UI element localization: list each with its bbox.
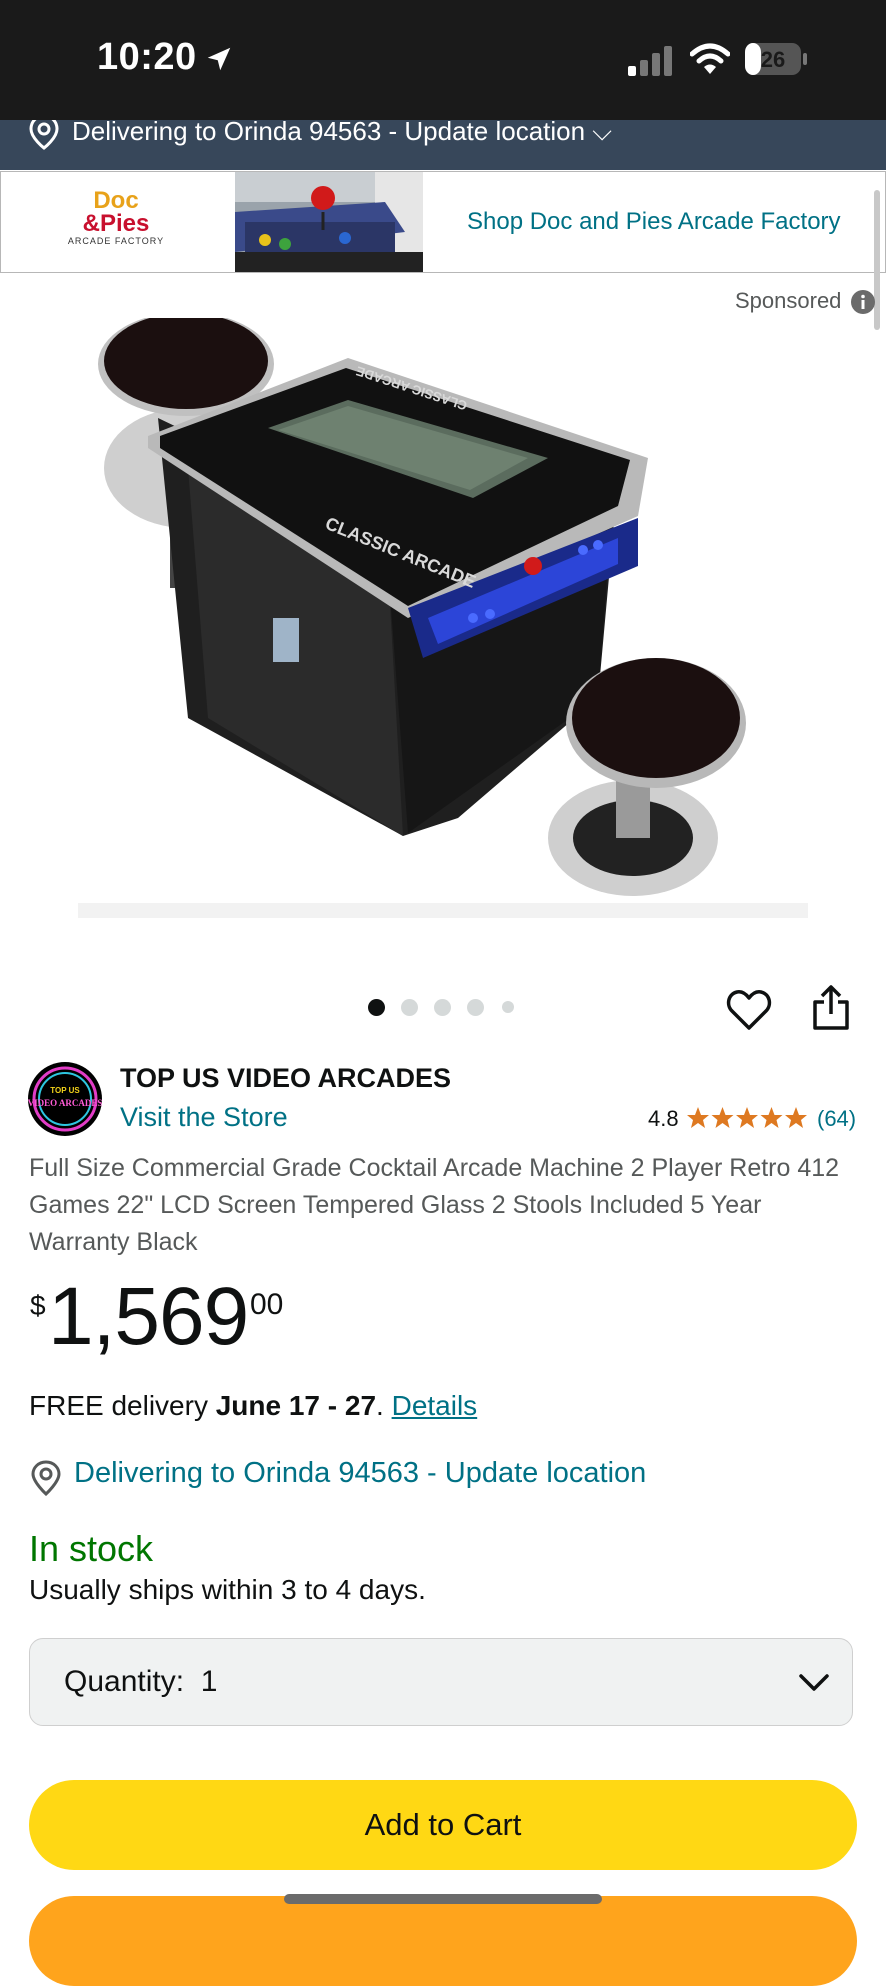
status-time: 10:20 xyxy=(97,36,197,78)
in-stock-status: In stock xyxy=(29,1528,154,1569)
brand-logo-line-3: ARCADE FACTORY xyxy=(67,236,165,246)
share-icon[interactable] xyxy=(810,984,852,1032)
status-bar: 10:20 26 xyxy=(0,0,886,120)
add-to-cart-button[interactable]: Add to Cart xyxy=(29,1780,857,1870)
delivery-location-link[interactable]: Delivering to Orinda 94563 - Update loca… xyxy=(74,1457,646,1490)
carousel-dot[interactable] xyxy=(467,999,484,1016)
cellular-signal-icon xyxy=(628,46,672,76)
product-image[interactable]: CLASSIC ARCADE CLASSIC ARCADE xyxy=(78,318,808,918)
wifi-icon xyxy=(690,43,730,74)
delivery-prefix: FREE delivery xyxy=(29,1390,216,1421)
price-whole: 1,569 xyxy=(48,1271,249,1362)
quantity-label: Quantity: 1 xyxy=(64,1665,217,1699)
price-fraction: 00 xyxy=(250,1288,284,1321)
banner-product-image[interactable] xyxy=(235,172,423,272)
location-pin-icon xyxy=(29,120,59,150)
delivery-details-link[interactable]: Details xyxy=(392,1390,478,1421)
add-to-cart-label: Add to Cart xyxy=(364,1807,522,1842)
shop-brand-link[interactable]: Shop Doc and Pies Arcade Factory xyxy=(467,208,841,236)
rating-value[interactable]: 4.8 xyxy=(648,1106,679,1132)
buy-now-button[interactable] xyxy=(29,1896,857,1986)
top-delivery-text[interactable]: Delivering to Orinda 94563 - Update loca… xyxy=(72,120,612,148)
sponsored-label: Sponsored xyxy=(735,288,842,313)
top-delivery-bar[interactable]: Delivering to Orinda 94563 - Update loca… xyxy=(0,120,886,170)
shipping-time: Usually ships within 3 to 4 days. xyxy=(29,1574,426,1605)
carousel-dot[interactable] xyxy=(368,999,385,1016)
seller-logo-line-1: TOP US xyxy=(50,1086,80,1095)
delivery-info: FREE delivery June 17 - 27. Details xyxy=(29,1390,477,1422)
carousel-dot[interactable] xyxy=(401,999,418,1016)
delivery-sep: . xyxy=(376,1390,392,1421)
location-arrow-icon xyxy=(207,47,231,71)
battery-icon: 26 xyxy=(745,43,807,75)
battery-level: 26 xyxy=(761,47,785,72)
price-currency: $ xyxy=(30,1290,46,1321)
home-indicator[interactable] xyxy=(284,1894,602,1904)
quantity-value: 1 xyxy=(200,1665,218,1698)
seller-logo-graphic: TOP US VIDEO ARCADES xyxy=(28,1064,102,1134)
rating-count-link[interactable]: (64) xyxy=(817,1106,856,1132)
quantity-dropdown[interactable]: Quantity: 1 xyxy=(29,1638,853,1726)
product-title: Full Size Commercial Grade Cocktail Arca… xyxy=(29,1154,840,1256)
seller-name: TOP US VIDEO ARCADES xyxy=(120,1063,452,1093)
delivery-dates: June 17 - 27 xyxy=(215,1390,377,1421)
seller-logo-line-2: VIDEO ARCADES xyxy=(28,1098,102,1108)
brand-logo[interactable]: Doc &Pies ARCADE FACTORY xyxy=(61,187,171,254)
carousel-dot[interactable] xyxy=(434,999,451,1016)
heart-icon[interactable] xyxy=(726,988,772,1032)
brand-logo-line-2: &Pies xyxy=(82,210,150,237)
location-pin-icon xyxy=(31,1460,61,1496)
star-rating-icon[interactable] xyxy=(686,1106,808,1130)
chevron-down-icon xyxy=(799,1674,829,1691)
info-icon[interactable] xyxy=(850,289,876,315)
carousel-dot[interactable] xyxy=(502,1001,514,1013)
quantity-label-text: Quantity: xyxy=(64,1665,185,1698)
sponsored-brand-banner[interactable]: Doc &Pies ARCADE FACTORY Shop Doc and Pi… xyxy=(0,171,886,273)
brand-logo-line-1: Doc xyxy=(93,187,139,214)
visit-store-link[interactable]: Visit the Store xyxy=(120,1102,288,1133)
seller-logo[interactable]: TOP US VIDEO ARCADES xyxy=(28,1062,102,1136)
